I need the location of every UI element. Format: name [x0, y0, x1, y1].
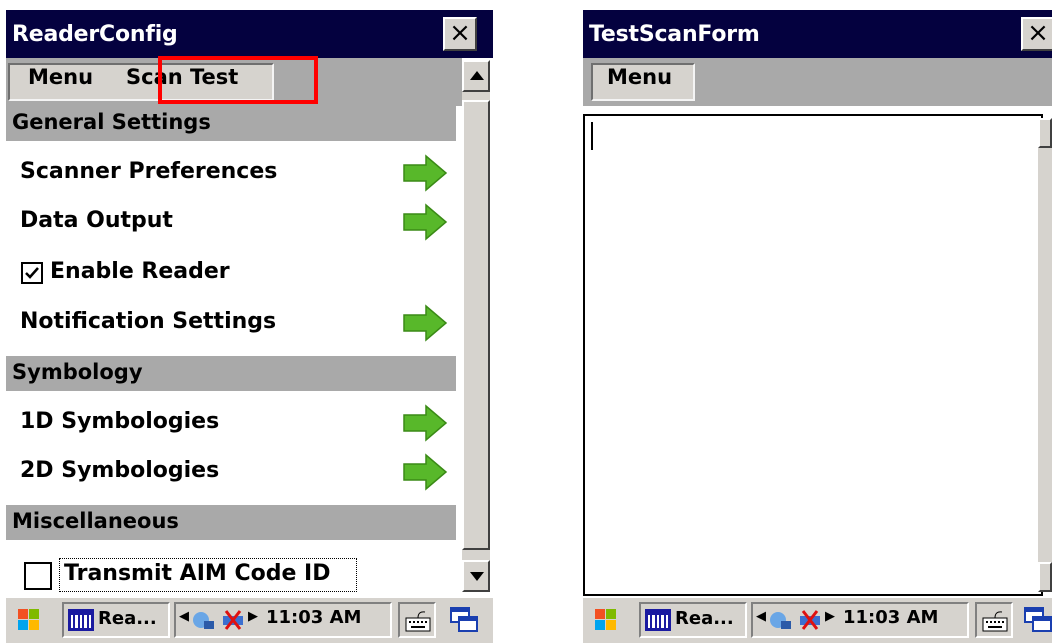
- windows-start-icon[interactable]: [14, 606, 44, 634]
- taskbar-app-label: Rea...: [98, 608, 157, 629]
- arrow-right-icon: [403, 203, 448, 241]
- transmit-aim-code-checkbox[interactable]: [24, 562, 52, 590]
- switch-window-icon[interactable]: [449, 606, 479, 634]
- keyboard-icon: [982, 611, 1008, 632]
- menu-button[interactable]: Menu: [28, 65, 93, 89]
- enable-reader-checkbox[interactable]: [21, 262, 43, 284]
- system-tray: ◀ ▶ 11:03 AM: [751, 602, 969, 638]
- text-caret: [591, 122, 593, 150]
- window-title: TestScanForm: [589, 22, 760, 47]
- window-title: ReaderConfig: [12, 22, 178, 47]
- enable-reader-label: Enable Reader: [50, 259, 230, 284]
- keyboard-button[interactable]: [398, 602, 436, 638]
- 2d-symbologies-item[interactable]: 2D Symbologies: [6, 447, 456, 495]
- section-miscellaneous: Miscellaneous: [6, 505, 456, 540]
- network-icon[interactable]: [767, 607, 793, 633]
- scanner-preferences-label: Scanner Preferences: [20, 159, 278, 184]
- disconnected-icon[interactable]: [797, 607, 823, 633]
- scroll-up-button[interactable]: [1038, 118, 1052, 148]
- 2d-symbologies-label: 2D Symbologies: [20, 458, 220, 483]
- scanner-preferences-item[interactable]: Scanner Preferences: [6, 148, 456, 196]
- arrow-right-icon: [403, 154, 448, 192]
- scan-output-textarea[interactable]: [583, 114, 1043, 596]
- app-icon: [68, 609, 94, 631]
- vertical-scrollbar[interactable]: [462, 60, 490, 592]
- highlight-box: [158, 56, 318, 104]
- section-general-settings: General Settings: [6, 106, 456, 141]
- taskbar-app-button[interactable]: Rea...: [639, 602, 747, 638]
- taskbar-app-button[interactable]: Rea...: [62, 602, 170, 638]
- data-output-label: Data Output: [20, 208, 173, 233]
- title-bar: ReaderConfig ×: [6, 10, 493, 58]
- clock: 11:03 AM: [266, 607, 362, 628]
- scroll-down-button[interactable]: [1038, 562, 1052, 592]
- vertical-scrollbar[interactable]: [1038, 118, 1052, 592]
- tray-left-arrow-icon[interactable]: ◀: [756, 609, 766, 624]
- windows-start-icon[interactable]: [591, 606, 621, 634]
- switch-window-icon[interactable]: [1023, 606, 1052, 634]
- app-icon: [645, 609, 671, 631]
- taskbar: Rea... ◀ ▶ 11:03 AM: [6, 596, 493, 643]
- menu-bar: Menu: [583, 58, 1052, 106]
- notification-settings-item[interactable]: Notification Settings: [6, 298, 456, 346]
- keyboard-button[interactable]: [975, 602, 1013, 638]
- disconnected-icon[interactable]: [220, 607, 246, 633]
- arrow-right-icon: [403, 453, 448, 491]
- arrow-up-icon: [470, 71, 484, 80]
- arrow-right-icon: [403, 404, 448, 442]
- keyboard-icon: [405, 611, 431, 632]
- section-symbology: Symbology: [6, 356, 456, 391]
- close-icon: ×: [1027, 18, 1049, 48]
- close-button[interactable]: ×: [1021, 17, 1052, 51]
- network-icon[interactable]: [190, 607, 216, 633]
- notification-settings-label: Notification Settings: [20, 309, 277, 334]
- 1d-symbologies-label: 1D Symbologies: [20, 409, 220, 434]
- tray-left-arrow-icon[interactable]: ◀: [179, 609, 189, 624]
- scroll-thumb[interactable]: [462, 100, 490, 550]
- arrow-right-icon: [403, 304, 448, 342]
- scroll-down-button[interactable]: [462, 560, 490, 592]
- data-output-item[interactable]: Data Output: [6, 197, 456, 245]
- tray-right-arrow-icon[interactable]: ▶: [825, 609, 835, 624]
- close-icon: ×: [449, 18, 471, 48]
- arrow-down-icon: [470, 572, 484, 581]
- test-scan-form-window: TestScanForm × Menu Rea... ◀ ▶ 11:03 AM: [583, 0, 1052, 643]
- checkmark-icon: [25, 267, 39, 279]
- taskbar-app-label: Rea...: [675, 608, 734, 629]
- transmit-aim-code-item[interactable]: Transmit AIM Code ID: [6, 550, 456, 598]
- system-tray: ◀ ▶ 11:03 AM: [174, 602, 392, 638]
- scroll-up-button[interactable]: [462, 60, 490, 92]
- menu-button[interactable]: Menu: [607, 65, 672, 89]
- 1d-symbologies-item[interactable]: 1D Symbologies: [6, 398, 456, 446]
- enable-reader-item[interactable]: Enable Reader: [6, 248, 456, 296]
- transmit-aim-code-label: Transmit AIM Code ID: [64, 561, 331, 586]
- taskbar: Rea... ◀ ▶ 11:03 AM: [583, 596, 1052, 643]
- clock: 11:03 AM: [843, 607, 939, 628]
- close-button[interactable]: ×: [443, 17, 477, 51]
- tray-right-arrow-icon[interactable]: ▶: [248, 609, 258, 624]
- title-bar: TestScanForm ×: [583, 10, 1052, 58]
